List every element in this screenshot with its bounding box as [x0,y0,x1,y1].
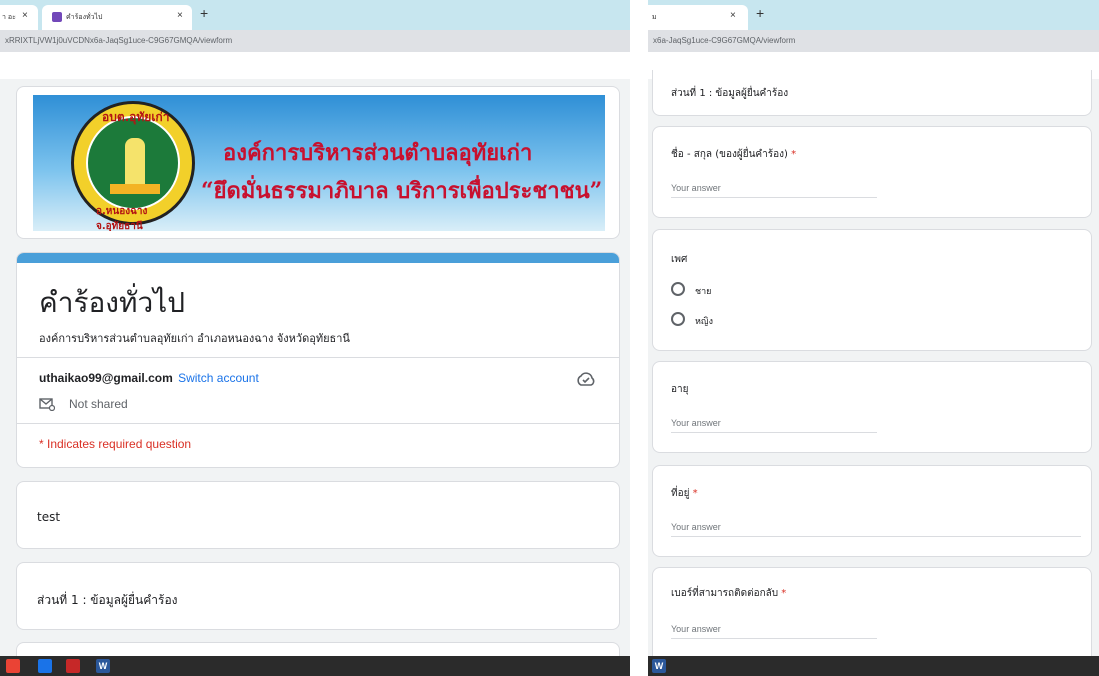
question-text: เบอร์ที่สามารถติดต่อกลับ [671,588,779,599]
word-icon[interactable]: W [652,659,666,673]
question-card-age: อายุ Your answer [652,361,1092,453]
required-star: * [692,488,698,499]
radio-male[interactable] [671,282,685,296]
form-title: คำร้องทั่วไป [39,286,186,319]
input-underline [671,536,1081,537]
tab-form[interactable]: คำร้องทั่วไป × [42,5,192,30]
name-input[interactable]: Your answer [671,183,721,193]
phone-input[interactable]: Your answer [671,624,721,634]
seal-base [110,184,160,194]
input-underline [671,432,877,433]
banner-image: อบต.อุทัยเก่า อ.หนองฉาง จ.อุทัยธานี องค์… [33,95,605,231]
edge-icon[interactable] [38,659,52,673]
banner-slogan: “ยึดมั่นธรรมาภิบาล บริการเพื่อประชาชน” [201,178,603,204]
question-card-address: ที่อยู่ * Your answer [652,465,1092,557]
required-note: * Indicates required question [39,437,192,451]
address-bar[interactable]: xRRIXTLjVW1j0uVCDNx6a-JaqSg1uce-C9G67GMQ… [0,30,630,52]
question-label: ที่อยู่ * [671,486,698,501]
seal-bottom-text: อ.หนองฉาง จ.อุทัยธานี [96,206,148,231]
section-title: ส่วนที่ 1 : ข้อมูลผู้ยื่นคำร้อง [671,88,789,99]
tab-previous-close-icon[interactable]: × [22,10,28,21]
banner-title: องค์การบริหารส่วนตำบลอุทัยเก่า [223,140,533,166]
browser-tab-bar: า อะ × คำร้องทั่วไป × + [0,0,630,30]
new-tab-icon[interactable]: + [756,5,764,21]
seal-logo: อบต.อุทัยเก่า อ.หนองฉาง จ.อุทัยธานี [71,101,195,231]
tab-previous-label: า อะ [2,14,16,21]
divider [17,357,619,358]
taskbar: W [0,656,630,676]
section-title: ส่วนที่ 1 : ข้อมูลผู้ยื่นคำร้อง [37,593,178,607]
section-card-part1: ส่วนที่ 1 : ข้อมูลผู้ยื่นคำร้อง [16,562,620,630]
toolbar-gap [0,52,630,79]
section-card-test: test [16,481,620,549]
seal-ring [86,116,180,210]
not-shared-icon [39,398,55,411]
question-text: ที่อยู่ [671,488,690,499]
acrobat-icon[interactable] [66,659,80,673]
chrome-icon[interactable] [6,659,20,673]
section-text: test [37,510,61,524]
address-input[interactable]: Your answer [671,522,721,532]
tab-form-label: ม [652,14,657,21]
question-card-gender: เพศ ชาย หญิง [652,229,1092,351]
left-screenshot: า อะ × คำร้องทั่วไป × + xRRIXTLjVW1j0uVC… [0,0,630,676]
seal-top-text: อบต.อุทัยเก่า [102,110,170,124]
cloud-saved-icon [577,372,595,386]
header-banner: อบต.อุทัยเก่า อ.หนองฉาง จ.อุทัยธานี องค์… [16,86,620,239]
radio-female[interactable] [671,312,685,326]
not-shared-text: Not shared [69,397,128,411]
form-description: องค์การบริหารส่วนตำบลอุทัยเก่า อำเภอหนอง… [39,332,350,345]
radio-male-label: ชาย [695,287,712,297]
taskbar: W [648,656,1099,676]
question-card-name: ชื่อ - สกุล (ของผู้ยื่นคำร้อง) * Your an… [652,126,1092,218]
section-header-card: ส่วนที่ 1 : ข้อมูลผู้ยื่นคำร้อง [652,70,1092,116]
divider [17,423,619,424]
title-accent-bar [17,253,619,263]
seal-tower [125,138,145,188]
question-label: เพศ [671,254,688,265]
input-underline [671,638,877,639]
radio-female-label: หญิง [695,317,713,327]
browser-tab-bar: ม × + [648,0,1099,30]
tab-form-label: คำร้องทั่วไป [66,14,103,21]
right-screenshot: ม × + x6a-JaqSg1uce-C9G67GMQA/viewform ส… [648,0,1099,676]
new-tab-icon[interactable]: + [200,5,208,21]
question-text: ชื่อ - สกุล (ของผู้ยื่นคำร้อง) [671,149,788,160]
required-star: * [791,149,797,160]
question-label: เบอร์ที่สามารถติดต่อกลับ * [671,586,786,601]
address-bar[interactable]: x6a-JaqSg1uce-C9G67GMQA/viewform [648,30,1099,52]
account-email: uthaikao99@gmail.com [39,371,173,385]
input-underline [671,197,877,198]
tab-form-close-icon[interactable]: × [730,10,736,21]
tab-form-close-icon[interactable]: × [177,10,183,21]
word-icon[interactable]: W [96,659,110,673]
age-input[interactable]: Your answer [671,418,721,428]
account-info: uthaikao99@gmail.com Switch account [39,371,259,385]
form-title-card: คำร้องทั่วไป องค์การบริหารส่วนตำบลอุทัยเ… [16,252,620,468]
question-label: ชื่อ - สกุล (ของผู้ยื่นคำร้อง) * [671,147,796,162]
google-forms-icon [52,12,62,22]
tab-previous[interactable]: า อะ × [0,5,38,30]
switch-account-link[interactable]: Switch account [178,371,259,385]
required-star: * [781,588,787,599]
question-label: อายุ [671,384,689,395]
tab-form[interactable]: ม × [648,5,748,30]
question-card-phone: เบอร์ที่สามารถติดต่อกลับ * Your answer [652,567,1092,667]
